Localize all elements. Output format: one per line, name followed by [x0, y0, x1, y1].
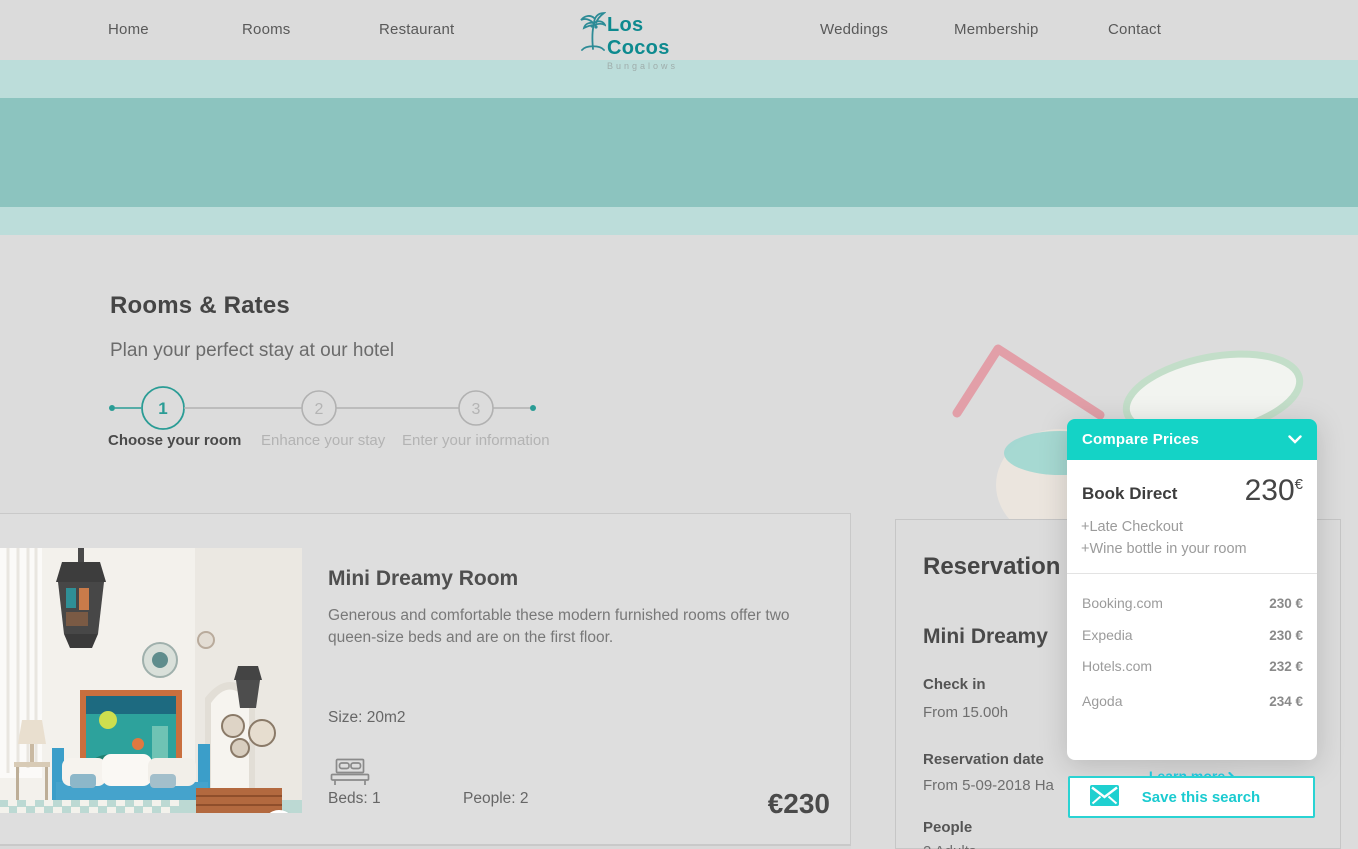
divider: [1067, 573, 1317, 574]
book-direct-price: 230€: [1244, 474, 1303, 507]
ota-name-agoda: Agoda: [1082, 693, 1123, 709]
book-direct-label: Book Direct: [1082, 484, 1178, 503]
currency-symbol: €: [1294, 476, 1303, 493]
reservation-title: Reservation: [923, 553, 1061, 580]
nav-item-home[interactable]: Home: [108, 21, 149, 38]
hero-banner: [0, 60, 1358, 235]
save-search-label: Save this search: [1141, 788, 1261, 806]
room-photo: [0, 548, 302, 813]
people-value: 2 Adults: [923, 843, 976, 849]
logo[interactable]: Los Cocos Bungalows: [580, 8, 710, 71]
nav-item-membership[interactable]: Membership: [954, 21, 1039, 38]
compare-prices-body: Book Direct 230€ +Late Checkout +Wine bo…: [1067, 460, 1317, 784]
logo-title: Los Cocos: [607, 14, 670, 59]
nav-item-contact[interactable]: Contact: [1108, 21, 1161, 38]
palm-tree-icon: [580, 11, 608, 56]
reservation-date-value: From 5-09-2018 Ha: [923, 777, 1054, 794]
stepper-start-dot: [109, 405, 115, 411]
check-in-label: Check in: [923, 676, 986, 693]
compare-prices-header[interactable]: Compare Prices: [1067, 419, 1317, 460]
stepper-end-dot: [530, 405, 536, 411]
ota-name-expedia: Expedia: [1082, 627, 1133, 643]
step-2-label: Enhance your stay: [261, 432, 386, 449]
nav-item-restaurant[interactable]: Restaurant: [379, 21, 454, 38]
ota-price-booking: 230 €: [1269, 596, 1303, 611]
ota-price-hotels: 232 €: [1269, 659, 1303, 674]
perk-wine-bottle: +Wine bottle in your room: [1081, 541, 1247, 557]
room-size: Size: 20m2: [328, 709, 406, 726]
save-search-button[interactable]: Save this search: [1068, 776, 1315, 818]
step-3-number: 3: [472, 401, 481, 418]
step-3-label: Enter your information: [402, 432, 550, 449]
step-1-label: Choose your room: [108, 432, 242, 449]
room-card[interactable]: Mini Dreamy Room Generous and comfortabl…: [0, 513, 851, 845]
reservation-room-name: Mini Dreamy: [923, 625, 1048, 648]
mail-icon: [1090, 785, 1119, 809]
page-subtitle: Plan your perfect stay at our hotel: [110, 340, 395, 361]
room-people-count: People: 2: [463, 790, 529, 807]
ota-price-agoda: 234 €: [1269, 694, 1303, 709]
nav-item-weddings[interactable]: Weddings: [820, 21, 888, 38]
step-1-number: 1: [158, 399, 167, 418]
check-in-time: From 15.00h: [923, 704, 1009, 721]
ota-name-hotels: Hotels.com: [1082, 658, 1153, 674]
logo-subtitle: Bungalows: [607, 61, 679, 71]
reservation-date-label: Reservation date: [923, 751, 1044, 768]
room-title: Mini Dreamy Room: [328, 567, 519, 590]
top-navbar: Home Rooms Restaurant Los Cocos Bungalow…: [0, 0, 1358, 71]
room-beds-count: Beds: 1: [328, 790, 381, 807]
room-description: Generous and comfortable these modern fu…: [328, 607, 790, 647]
room-price: €230: [767, 788, 830, 819]
ota-name-booking: Booking.com: [1082, 595, 1163, 611]
perk-late-checkout: +Late Checkout: [1081, 519, 1183, 535]
booking-stepper: 1 2 3: [109, 386, 536, 430]
page-title: Rooms & Rates: [110, 292, 290, 319]
compare-prices-widget: Compare Prices Book Direct 230€ +Late Ch…: [1067, 419, 1317, 784]
people-label: People: [923, 819, 973, 836]
step-2-number: 2: [315, 401, 324, 418]
hero-band-bottom: [0, 207, 1358, 235]
nav-item-rooms[interactable]: Rooms: [242, 21, 291, 38]
ota-price-expedia: 230 €: [1269, 628, 1303, 643]
wooden-chest-illustration: [196, 788, 282, 813]
next-room-card-edge: [0, 845, 851, 849]
chevron-down-icon[interactable]: [1288, 431, 1302, 449]
compare-prices-title: Compare Prices: [1082, 431, 1200, 448]
page: Home Rooms Restaurant Los Cocos Bungalow…: [0, 0, 1358, 849]
bed-icon: [330, 758, 370, 791]
